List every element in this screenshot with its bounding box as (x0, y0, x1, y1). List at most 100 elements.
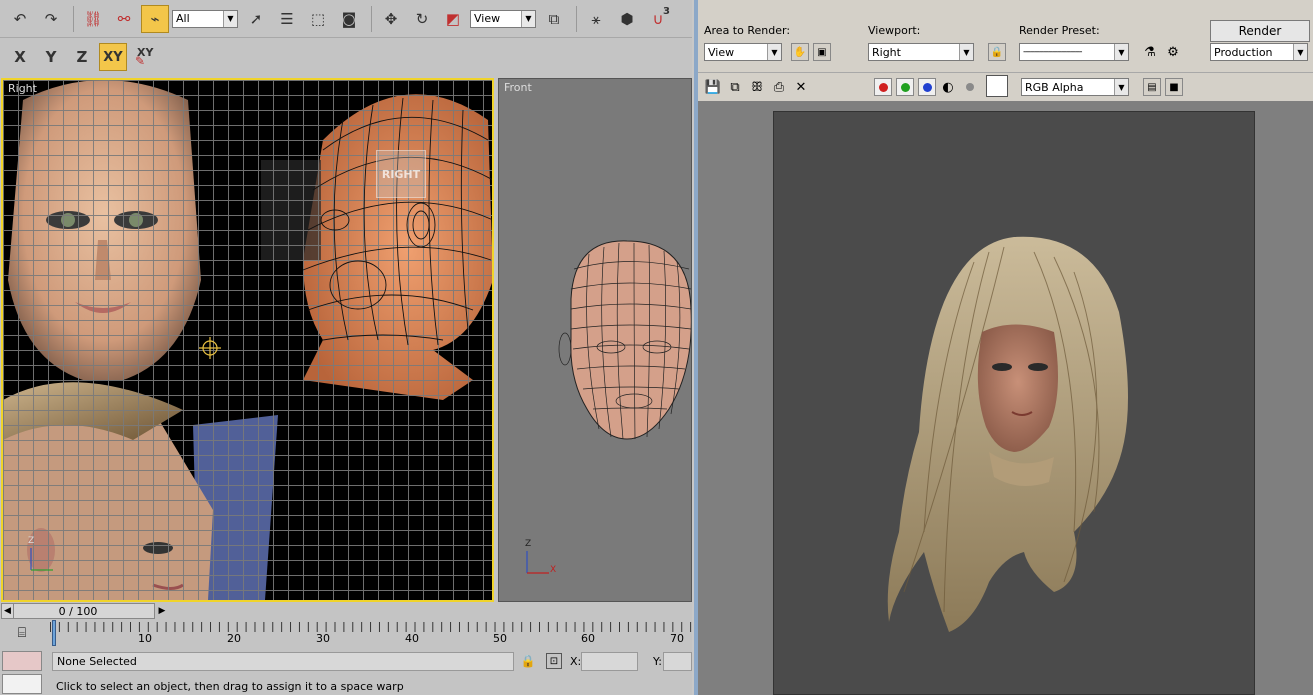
clear-button[interactable]: ✕ (792, 78, 810, 96)
filter-icon: ⌸ (17, 625, 27, 641)
chevron-down-icon: ▼ (959, 44, 973, 60)
redo-button[interactable]: ↷ (37, 5, 65, 33)
snap-mode-badge: 3 (663, 5, 670, 17)
chevron-left-icon[interactable]: ◀ (2, 604, 14, 618)
green-channel-toggle[interactable] (896, 78, 914, 96)
auto-region-button[interactable]: ▣ (813, 43, 831, 61)
maxscript-listener-input[interactable] (2, 674, 42, 694)
y-coordinate-field[interactable] (663, 652, 692, 671)
magnet-icon: ∪ (652, 9, 664, 28)
tick-label: 20 (227, 632, 241, 645)
display-channel-dropdown[interactable]: RGB Alpha ▼ (1021, 78, 1129, 96)
copy-icon: ⧉ (730, 79, 740, 95)
axis-x-label: X (14, 48, 26, 66)
render-mode-dropdown[interactable]: Production ▼ (1210, 43, 1308, 61)
viewcube[interactable]: RIGHT (376, 150, 426, 198)
rotate-button[interactable]: ↻ (408, 5, 436, 33)
tick-label: 30 (316, 632, 330, 645)
edit-region-button[interactable]: ✋ (791, 43, 809, 61)
track-bar[interactable]: 10 20 30 40 50 60 70 (50, 620, 692, 650)
chevron-down-icon: ▼ (1114, 79, 1128, 95)
blue-dot-icon (922, 82, 932, 92)
environment-effects-button[interactable]: ⚙ (1164, 43, 1182, 61)
prompt-text: Click to select an object, then drag to … (56, 680, 404, 693)
selection-status-text: None Selected (57, 655, 137, 668)
x-coordinate-field[interactable] (581, 652, 638, 671)
maxscript-listener-swatch[interactable] (2, 651, 42, 671)
select-object-button[interactable]: ➚ (242, 5, 270, 33)
absolute-mode-button[interactable]: ⊡ (546, 653, 562, 669)
tick-label: 10 (138, 632, 152, 645)
print-image-button[interactable]: ⎙ (770, 78, 788, 96)
alpha-channel-toggle[interactable]: ◐ (939, 78, 957, 96)
link-icon: ⛓ (83, 9, 103, 28)
timeline-cursor[interactable] (52, 620, 56, 646)
monochrome-toggle[interactable] (961, 78, 979, 96)
tripod-z-label: Z (28, 536, 35, 546)
chevron-down-icon: ▼ (223, 10, 237, 27)
select-manipulate-button[interactable]: ⚹ (582, 5, 610, 33)
blue-channel-toggle[interactable] (918, 78, 936, 96)
render-window-toolbar: 💾 ⧉ ꕥ ⎙ ✕ ◐ RGB Alpha ▼ ▤ ■ (698, 72, 1313, 100)
tick-label: 50 (493, 632, 507, 645)
selection-lock-button[interactable]: 🔒 (520, 653, 536, 669)
selection-filter-dropdown[interactable]: All ▼ (172, 9, 238, 28)
scale-icon: ◩ (445, 9, 461, 28)
render-button[interactable]: Render (1210, 20, 1310, 42)
red-channel-toggle[interactable] (874, 78, 892, 96)
window-crossing-button[interactable]: ◙ (335, 5, 363, 33)
render-setup-button[interactable]: ⚗ (1141, 43, 1159, 61)
toggle-ui-button[interactable]: ■ (1165, 78, 1183, 96)
move-button[interactable]: ✥ (377, 5, 405, 33)
toolbar-separator (371, 5, 372, 32)
gear-icon: ⚙ (1167, 44, 1179, 60)
toggle-ui-overlays-button[interactable]: ▤ (1143, 78, 1161, 96)
render-button-label: Render (1238, 24, 1282, 38)
keyboard-shortcut-override-button[interactable]: ⬢ (613, 5, 641, 33)
timeline-ticks (50, 622, 692, 632)
save-image-button[interactable]: 💾 (704, 78, 722, 96)
area-to-render-dropdown[interactable]: View ▼ (704, 43, 782, 61)
undo-icon: ↶ (13, 9, 27, 28)
clone-window-button[interactable]: ꕥ (748, 78, 766, 96)
reference-coordinate-dropdown[interactable]: View ▼ (470, 9, 536, 28)
copy-image-button[interactable]: ⧉ (726, 78, 744, 96)
selection-filter-value: All (176, 12, 190, 25)
tripod-z-label: Z (525, 539, 532, 549)
restrict-xy-button[interactable]: XY (99, 43, 127, 71)
chevron-right-icon[interactable]: ▶ (156, 604, 168, 618)
rotate-icon: ↻ (415, 9, 429, 28)
snaps-toggle-button[interactable]: ∪ 3 (644, 5, 672, 33)
scale-button[interactable]: ◩ (439, 5, 467, 33)
clone-icon: ꕥ (750, 79, 764, 95)
axis-constraints-toolbar: X Y Z XY XY ✎ (0, 38, 692, 76)
select-link-button[interactable]: ⛓ (79, 5, 107, 33)
viewport-front[interactable]: Front Z X (498, 78, 692, 602)
undo-button[interactable]: ↶ (6, 5, 34, 33)
unlink-button[interactable]: ⚯ (110, 5, 138, 33)
lock-viewport-button[interactable]: 🔒 (988, 43, 1006, 61)
viewport-right-label[interactable]: Right (8, 82, 37, 95)
bind-space-warp-button[interactable]: ⌁ (141, 4, 169, 33)
pivot-center-button[interactable]: ⧉ (540, 5, 568, 33)
viewport-right[interactable]: RIGHT Z Right (1, 78, 494, 602)
render-preset-dropdown[interactable]: -------------------------- ▼ (1019, 43, 1129, 61)
restrict-plane-cycle-button[interactable]: XY ✎ (130, 43, 158, 71)
space-warp-icon: ⌁ (150, 9, 160, 28)
rectangular-selection-button[interactable]: ⬚ (304, 5, 332, 33)
viewport-dropdown[interactable]: Right ▼ (868, 43, 974, 61)
tripod-x-label: X (550, 565, 557, 575)
color-swatch[interactable] (986, 75, 1008, 97)
axis-xy-label: XY (103, 49, 123, 65)
transform-gizmo[interactable] (199, 337, 221, 359)
restrict-z-button[interactable]: Z (68, 43, 96, 71)
prompt-line: Click to select an object, then drag to … (52, 678, 692, 695)
time-slider[interactable]: ◀ 0 / 100 ▶ (1, 603, 165, 619)
rendered-image (773, 111, 1255, 695)
restrict-y-button[interactable]: Y (37, 43, 65, 71)
track-bar-config-button[interactable]: ⌸ (10, 624, 34, 642)
contrast-icon: ◐ (942, 79, 954, 95)
select-by-name-button[interactable]: ☰ (273, 5, 301, 33)
save-icon: 💾 (704, 79, 722, 95)
restrict-x-button[interactable]: X (6, 43, 34, 71)
